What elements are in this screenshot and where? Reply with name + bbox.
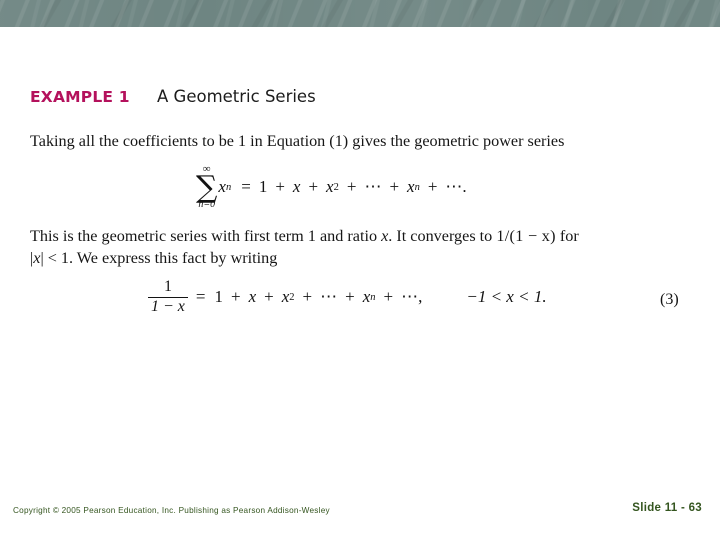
eq3-plus-2: + bbox=[264, 287, 274, 307]
plus-sign-5: + bbox=[427, 177, 438, 196]
eq3-term-x2-base: x bbox=[281, 287, 290, 307]
summation-equation-row: ∞ ∑ n=0 xn = 1 + x + x2 + ⋯ + xn + ⋯. bbox=[0, 164, 720, 216]
fraction-numerator: 1 bbox=[163, 278, 172, 295]
slide-content: EXAMPLE 1 A Geometric Series Taking all … bbox=[0, 87, 720, 333]
summand-base: x bbox=[218, 177, 226, 196]
eq3-plus-5: + bbox=[383, 287, 394, 307]
explanation-paragraph: This is the geometric series with first … bbox=[30, 225, 670, 269]
explanation-line-1-c: for bbox=[555, 227, 579, 245]
sum-period: . bbox=[462, 177, 467, 196]
eq3-plus-1: + bbox=[231, 287, 241, 307]
explanation-line-1-b: . It converges to bbox=[388, 227, 497, 245]
sigma-operator-group: ∞ ∑ n=0 bbox=[196, 164, 217, 210]
plus-sign-2: + bbox=[308, 177, 319, 196]
explanation-limit-expression: 1/(1 − x) bbox=[496, 227, 556, 245]
equation-number: (3) bbox=[660, 291, 679, 308]
sum-term-x2-exponent: 2 bbox=[333, 181, 339, 193]
eq3-plus-3: + bbox=[302, 287, 313, 307]
equation-three-interval-condition: −1 < x < 1. bbox=[466, 287, 547, 307]
sigma-icon: ∑ bbox=[196, 170, 218, 205]
equation-three-row: 1 1 − x = 1 + x + x2 + ⋯ + xn + ⋯, −1 < … bbox=[0, 278, 720, 333]
slide-number: Slide 11 - 63 bbox=[632, 502, 702, 514]
explanation-line-2: |x| < 1. We express this fact by writing bbox=[30, 247, 670, 269]
equals-sign: = bbox=[241, 177, 251, 196]
geometric-fraction: 1 1 − x bbox=[148, 278, 188, 316]
plus-sign-4: + bbox=[389, 177, 400, 196]
plus-sign-1: + bbox=[275, 177, 285, 196]
eq3-plus-4: + bbox=[345, 287, 355, 307]
equation-three-equals: = bbox=[195, 287, 206, 307]
slide-footer: Copyright © 2005 Pearson Education, Inc.… bbox=[0, 496, 720, 540]
eq3-term-x: x bbox=[248, 287, 257, 307]
example-label: EXAMPLE 1 bbox=[30, 88, 130, 106]
explanation-line-1-a: This is the geometric series with first … bbox=[30, 227, 382, 245]
sum-term-x2-base: x bbox=[326, 177, 334, 196]
eq3-ellipsis-2: ⋯, bbox=[401, 287, 423, 307]
sum-ellipsis-2: ⋯ bbox=[445, 177, 463, 196]
banner-texture bbox=[0, 0, 720, 27]
eq3-term-xn-base: x bbox=[362, 287, 371, 307]
sum-term-x: x bbox=[292, 177, 301, 196]
sum-term-xn-base: x bbox=[407, 177, 415, 196]
sum-term-one: 1 bbox=[258, 177, 268, 196]
intro-paragraph: Taking all the coefficients to be 1 in E… bbox=[30, 132, 565, 150]
explanation-line-2-b: | < 1. We express this fact by writing bbox=[40, 249, 278, 267]
sum-term-xn-exponent: n bbox=[414, 181, 420, 193]
eq3-term-x2-exponent: 2 bbox=[289, 291, 295, 303]
summand-exponent: n bbox=[225, 181, 232, 193]
fraction-denominator: 1 − x bbox=[151, 298, 185, 316]
plus-sign-3: + bbox=[346, 177, 357, 196]
copyright-notice: Copyright © 2005 Pearson Education, Inc.… bbox=[13, 506, 330, 515]
example-header: EXAMPLE 1 A Geometric Series bbox=[30, 87, 720, 114]
summation-lower-limit: n=0 bbox=[198, 199, 216, 210]
eq3-ellipsis-1: ⋯ bbox=[320, 287, 338, 307]
summation-equation: ∞ ∑ n=0 xn = 1 + x + x2 + ⋯ + xn + ⋯. bbox=[196, 164, 467, 210]
sum-ellipsis-1: ⋯ bbox=[364, 177, 382, 196]
slide-header-banner bbox=[0, 0, 720, 27]
eq3-term-xn-exponent: n bbox=[370, 291, 376, 303]
eq3-term-one: 1 bbox=[214, 287, 224, 307]
example-title: A Geometric Series bbox=[157, 87, 316, 106]
explanation-line-1: This is the geometric series with first … bbox=[30, 225, 670, 247]
equation-three: 1 1 − x = 1 + x + x2 + ⋯ + xn + ⋯, −1 < … bbox=[148, 278, 547, 316]
